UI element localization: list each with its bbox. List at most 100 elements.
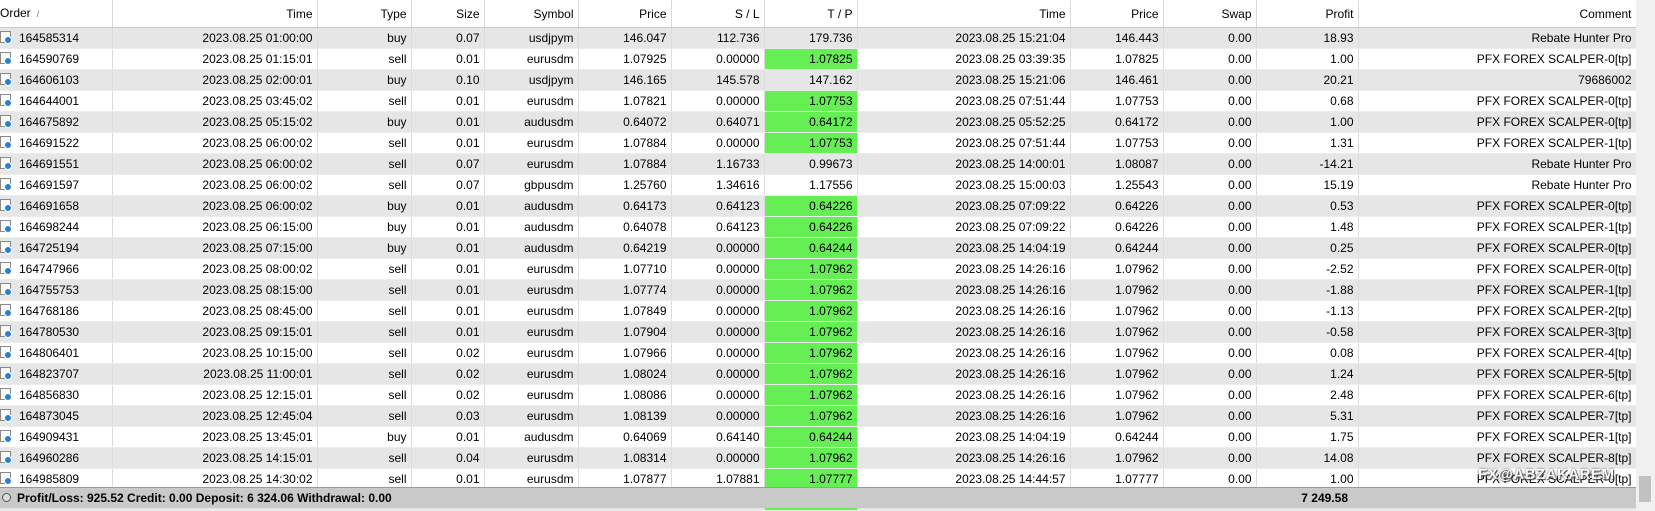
table-row[interactable]: 164691522 2023.08.25 06:00:02 sell 0.01 euru… [0,132,1637,154]
type-cell: sell [317,384,412,406]
table-row[interactable]: 164909431 2023.08.25 13:45:01 buy 0.01 audus… [0,426,1637,448]
table-row[interactable]: 164960286 2023.08.25 14:15:01 sell 0.04 euru… [0,447,1637,469]
table-row[interactable]: 164675892 2023.08.25 05:15:02 buy 0.01 audus… [0,111,1637,133]
swap-cell: 0.00 [1163,111,1257,133]
close-price-cell: 0.64244 [1070,237,1164,259]
profit-cell: 0.53 [1256,195,1359,217]
profit-cell: 1.48 [1256,216,1359,238]
close-price-cell: 0.64226 [1070,195,1164,217]
type-cell: sell [317,153,412,175]
column-header-comment[interactable]: Comment [1358,0,1637,28]
table-row[interactable]: 164691551 2023.08.25 06:00:02 sell 0.07 euru… [0,153,1637,175]
swap-cell: 0.00 [1163,153,1257,175]
open-time-cell: 2023.08.25 11:00:01 [112,363,318,385]
close-price-cell: 0.64172 [1070,111,1164,133]
swap-cell: 0.00 [1163,426,1257,448]
symbol-cell: eurusdm [484,300,579,322]
sl-cell: 1.16733 [671,153,765,175]
tp-cell: 1.07825 [764,48,858,70]
order-cell: 164644001 [0,90,113,112]
column-header-close-price[interactable]: Price [1070,0,1164,28]
order-cell: 164698244 [0,216,113,238]
type-cell: buy [317,216,412,238]
order-icon [0,430,12,444]
tp-cell: 0.64226 [764,216,858,238]
column-header-profit[interactable]: Profit [1256,0,1359,28]
comment-cell: PFX FOREX SCALPER-0[tp] [1358,111,1637,133]
column-header-sl[interactable]: S / L [671,0,765,28]
close-price-cell: 0.64244 [1070,426,1164,448]
column-header-open-price[interactable]: Price [578,0,672,28]
table-row[interactable]: 164747966 2023.08.25 08:00:02 sell 0.01 euru… [0,258,1637,280]
open-time-cell: 2023.08.25 06:00:02 [112,195,318,217]
order-number: 164644001 [19,93,80,108]
order-icon [0,94,12,108]
profit-cell: 0.25 [1256,237,1359,259]
column-header-tp[interactable]: T / P [764,0,858,28]
order-icon [0,136,12,150]
table-row[interactable]: 164780530 2023.08.25 09:15:01 sell 0.01 euru… [0,321,1637,343]
column-header-type[interactable]: Type [317,0,412,28]
close-price-cell: 1.07962 [1070,405,1164,427]
type-cell: sell [317,258,412,280]
column-header-order[interactable]: Order / [0,0,113,28]
scrollbar-thumb[interactable] [1639,476,1651,502]
profit-cell: 20.21 [1256,69,1359,91]
symbol-cell: eurusdm [484,153,579,175]
size-cell: 0.10 [411,69,485,91]
table-row[interactable]: 164768186 2023.08.25 08:45:00 sell 0.01 euru… [0,300,1637,322]
symbol-cell: audusdm [484,237,579,259]
table-row[interactable]: 164806401 2023.08.25 10:15:00 sell 0.02 euru… [0,342,1637,364]
size-cell: 0.01 [411,132,485,154]
column-header-size[interactable]: Size [411,0,485,28]
column-header-symbol[interactable]: Symbol [484,0,579,28]
column-header-close-time[interactable]: Time [857,0,1071,28]
swap-cell: 0.00 [1163,300,1257,322]
table-row[interactable]: 164691658 2023.08.25 06:00:02 buy 0.01 audus… [0,195,1637,217]
table-row[interactable]: 164644001 2023.08.25 03:45:02 sell 0.01 euru… [0,90,1637,112]
column-header-open-time[interactable]: Time [112,0,318,28]
order-cell: 164960286 [0,447,113,469]
order-number: 164806401 [19,345,80,360]
table-header-row: Order / Time Type Size Symbol Price S / L… [0,0,1637,28]
close-price-cell: 1.08087 [1070,153,1164,175]
open-price-cell: 1.08314 [578,447,672,469]
swap-cell: 0.00 [1163,279,1257,301]
close-price-cell: 1.07962 [1070,258,1164,280]
table-row[interactable]: 164873045 2023.08.25 12:45:04 sell 0.03 euru… [0,405,1637,427]
comment-cell: PFX FOREX SCALPER-0[tp] [1358,90,1637,112]
table-row[interactable]: 164856830 2023.08.25 12:15:01 sell 0.02 euru… [0,384,1637,406]
table-row[interactable]: 164691597 2023.08.25 06:00:02 sell 0.07 gbpu… [0,174,1637,196]
profit-cell: -14.21 [1256,153,1359,175]
order-cell: 164675892 [0,111,113,133]
close-price-cell: 146.461 [1070,69,1164,91]
vertical-scrollbar[interactable] [1636,0,1655,511]
sl-cell: 112.736 [671,27,765,49]
symbol-cell: audusdm [484,216,579,238]
swap-cell: 0.00 [1163,342,1257,364]
symbol-cell: eurusdm [484,90,579,112]
table-row[interactable]: 164585314 2023.08.25 01:00:00 buy 0.07 usdjp… [0,27,1637,49]
table-row[interactable]: 164823707 2023.08.25 11:00:01 sell 0.02 euru… [0,363,1637,385]
sl-cell: 0.00000 [671,237,765,259]
comment-cell: Rebate Hunter Pro [1358,27,1637,49]
type-cell: buy [317,27,412,49]
table-row[interactable]: 164590769 2023.08.25 01:15:01 sell 0.01 euru… [0,48,1637,70]
symbol-cell: eurusdm [484,342,579,364]
comment-cell: PFX FOREX SCALPER-0[tp] [1358,195,1637,217]
profit-cell: 1.00 [1256,48,1359,70]
open-price-cell: 1.07710 [578,258,672,280]
column-header-swap[interactable]: Swap [1163,0,1257,28]
tp-cell: 0.64244 [764,237,858,259]
table-row[interactable]: 164698244 2023.08.25 06:15:00 buy 0.01 audus… [0,216,1637,238]
table-row[interactable]: 164755753 2023.08.25 08:15:00 sell 0.01 euru… [0,279,1637,301]
open-time-cell: 2023.08.25 06:00:02 [112,174,318,196]
history-summary-bar: Profit/Loss: 925.52 Credit: 0.00 Deposit… [0,487,1636,508]
order-icon [0,451,12,465]
size-cell: 0.01 [411,258,485,280]
table-row[interactable]: 164606103 2023.08.25 02:00:01 buy 0.10 usdjp… [0,69,1637,91]
type-cell: buy [317,111,412,133]
table-row[interactable]: 164725194 2023.08.25 07:15:00 buy 0.01 audus… [0,237,1637,259]
swap-cell: 0.00 [1163,216,1257,238]
order-cell: 164909431 [0,426,113,448]
